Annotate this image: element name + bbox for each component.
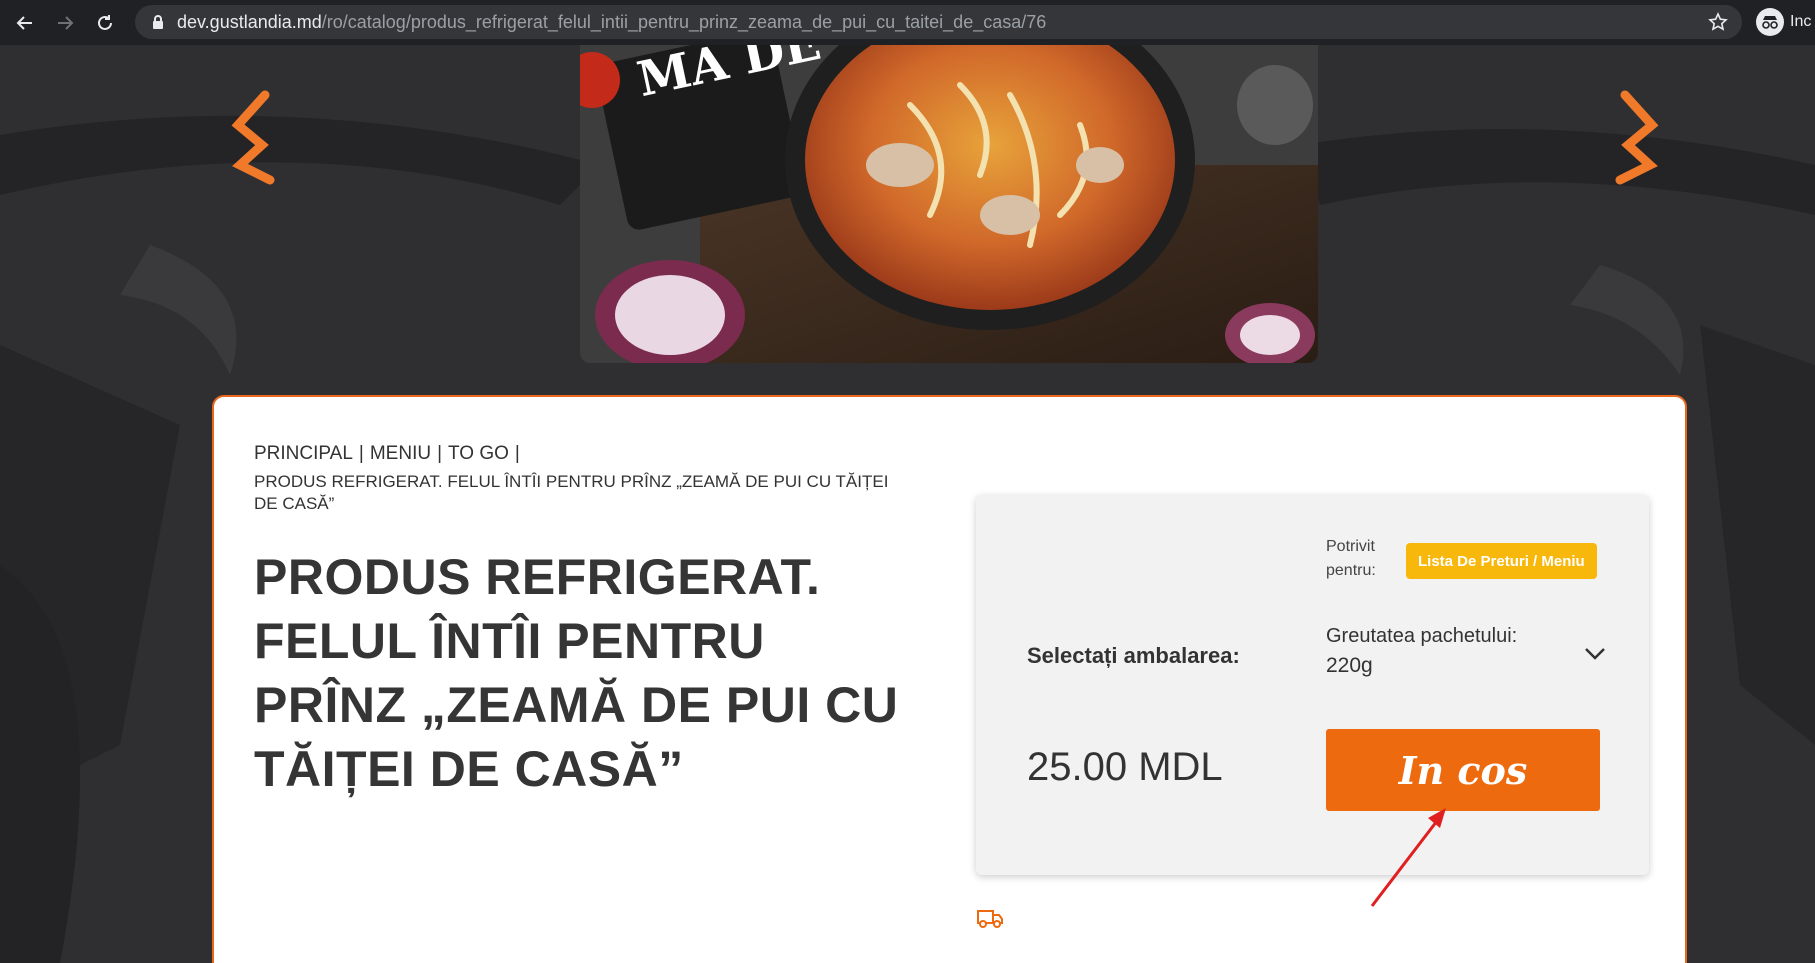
address-bar[interactable]: dev.gustlandia.md/ro/catalog/produs_refr…: [135, 5, 1742, 39]
package-weight-value: 220g: [1326, 654, 1373, 677]
product-card: PRINCIPAL | MENIU | TO GO | PRODUS REFRIGERAT…: [212, 395, 1687, 963]
incognito-profile[interactable]: Inc: [1756, 8, 1811, 36]
url-path: /ro/catalog/produs_refrigerat_felul_inti…: [321, 11, 1047, 32]
reload-icon: [98, 14, 112, 30]
breadcrumb-separator: |: [437, 443, 443, 464]
breadcrumb-separator: |: [514, 443, 520, 464]
profile-label: Inc: [1790, 13, 1812, 30]
lock-icon: [153, 15, 163, 29]
suitable-for-label: Potrivit pentru:: [1326, 538, 1376, 579]
back-button[interactable]: [10, 8, 40, 38]
breadcrumb-to-go[interactable]: TO GO: [448, 443, 509, 464]
arrow-right-icon: [58, 15, 74, 30]
packaging-select-label: Selectați ambalarea:: [1027, 643, 1240, 668]
purchase-panel: Potrivit pentru: Lista De Preturi / Meni…: [976, 495, 1649, 875]
reload-button[interactable]: [90, 8, 120, 38]
product-title: PRODUS REFRIGERAT. FELUL ÎNTÎI PENTRU PR…: [254, 549, 899, 797]
bookmark-star-icon[interactable]: [1708, 12, 1728, 32]
url-text: dev.gustlandia.md/ro/catalog/produs_refr…: [177, 12, 1046, 33]
price-list-badge[interactable]: Lista De Preturi / Meniu: [1406, 543, 1597, 579]
breadcrumb-current: PRODUS REFRIGERAT. FELUL ÎNTÎI PENTRU PR…: [254, 472, 889, 513]
breadcrumb-principal[interactable]: PRINCIPAL: [254, 443, 353, 464]
breadcrumb-separator: |: [358, 443, 364, 464]
package-weight-select[interactable]: Greutatea pachetului: 220g: [1326, 625, 1606, 685]
arrow-left-icon: [16, 15, 32, 30]
breadcrumb-meniu[interactable]: MENIU: [370, 443, 431, 464]
forward-button[interactable]: [50, 8, 80, 38]
product-image: MĂ DE PUI: [580, 45, 1318, 363]
add-to-cart-button[interactable]: In cos: [1326, 729, 1600, 811]
breadcrumb: PRINCIPAL | MENIU | TO GO | PRODUS REFRIGERAT…: [254, 437, 914, 515]
product-price: 25.00 MDL: [1027, 745, 1223, 789]
chevron-down-icon: [1585, 648, 1605, 660]
delivery-truck-icon: [977, 910, 1003, 928]
package-weight-label: Greutatea pachetului:: [1326, 625, 1518, 647]
url-host: dev.gustlandia.md: [177, 11, 322, 32]
incognito-icon: [1756, 8, 1784, 36]
browser-toolbar: dev.gustlandia.md/ro/catalog/produs_refr…: [0, 0, 1815, 45]
